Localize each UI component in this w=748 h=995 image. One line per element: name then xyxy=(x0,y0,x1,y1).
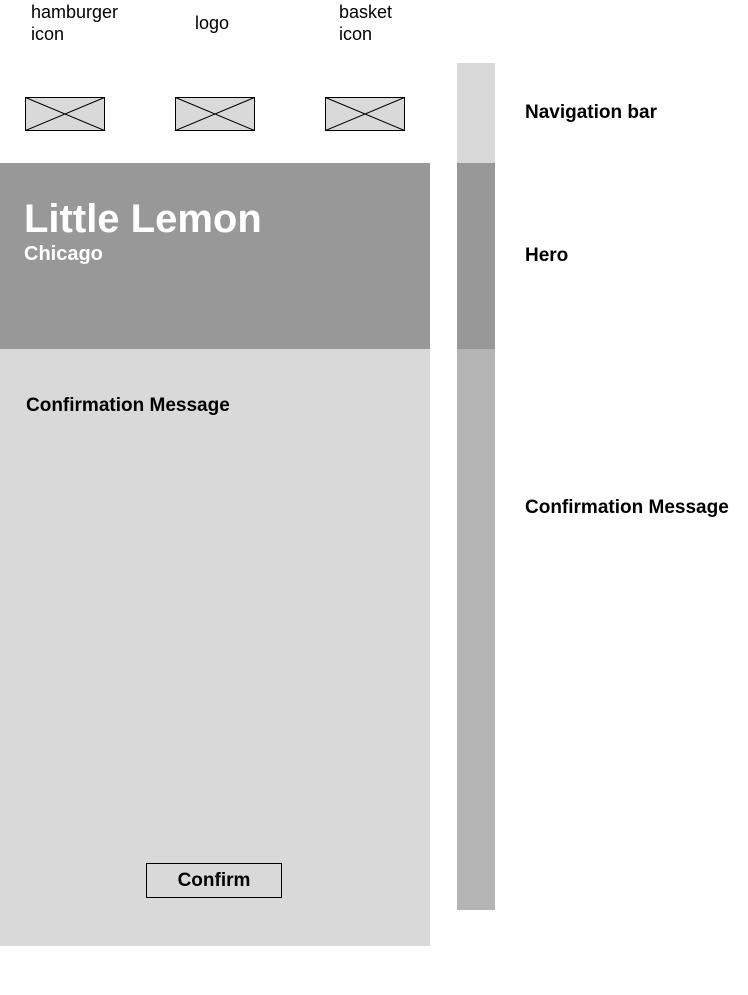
section-label-nav: Navigation bar xyxy=(525,102,657,123)
hero-title: Little Lemon xyxy=(24,197,262,241)
hero-section-bar xyxy=(457,163,495,349)
basket-icon-label: basket icon xyxy=(339,2,393,44)
hero-subtitle: Chicago xyxy=(24,243,103,265)
basket-icon[interactable] xyxy=(325,97,405,131)
hamburger-icon[interactable] xyxy=(25,97,105,131)
confirm-button[interactable]: Confirm xyxy=(146,863,282,898)
section-label-hero: Hero xyxy=(525,245,569,266)
logo-placeholder[interactable] xyxy=(175,97,255,131)
confirmation-section-bar xyxy=(457,349,495,910)
nav-section-bar xyxy=(457,63,495,163)
confirmation-section xyxy=(0,349,430,946)
hamburger-icon-label: hamburger icon xyxy=(31,2,119,44)
section-label-confirmation: Confirmation Message xyxy=(525,497,729,518)
logo-label: logo xyxy=(195,13,230,33)
confirmation-heading: Confirmation Message xyxy=(26,395,230,416)
